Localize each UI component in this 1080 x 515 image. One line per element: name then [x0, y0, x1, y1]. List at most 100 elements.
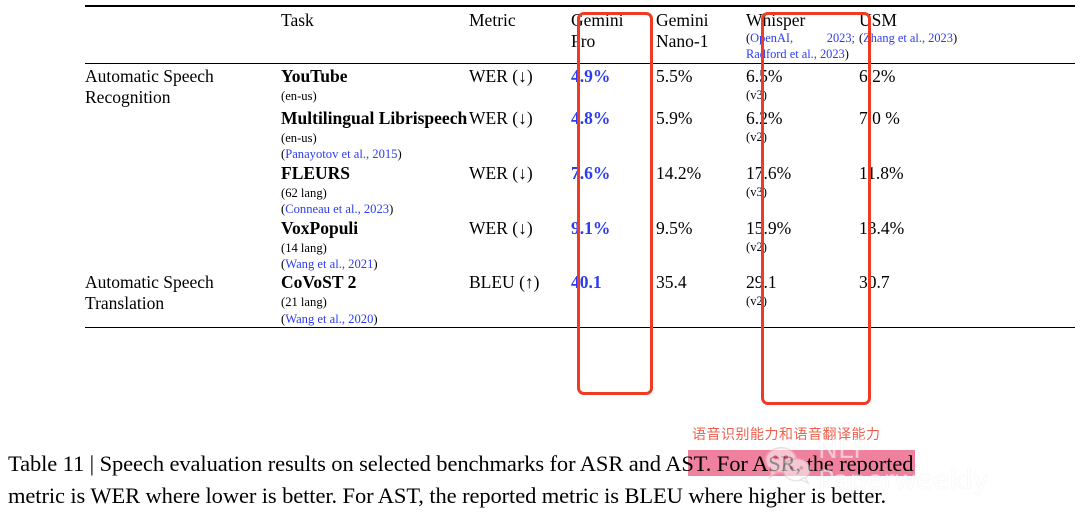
cell-gemini-pro: 4.8% — [571, 108, 656, 163]
cell-gemini-nano-1: 9.5% — [656, 218, 746, 273]
cell-benchmark: FLEURS (62 lang) (Conneau et al., 2023) — [281, 163, 469, 218]
benchmark-name: Multilingual Librispeech — [281, 108, 468, 129]
value-gemini-pro: 4.9% — [571, 66, 611, 87]
header-metric: Metric — [469, 10, 516, 30]
table-bottom-rule — [85, 327, 1075, 330]
table-row: FLEURS (62 lang) (Conneau et al., 2023) WER… — [85, 163, 1075, 218]
header-blank — [85, 10, 281, 64]
cell-gemini-pro: 9.1% — [571, 218, 656, 273]
cell-task: Automatic Speech Recognition — [85, 66, 214, 108]
cell-benchmark: CoVoST 2 (21 lang) (Wang et al., 2020) — [281, 272, 469, 327]
cell-benchmark: Multilingual Librispeech (en-us) (Panayoto… — [281, 108, 469, 163]
header-usm-citation[interactable]: (Zhang et al., 2023) — [859, 31, 1075, 47]
cell-metric: WER (↓) — [469, 217, 533, 238]
cell-task — [85, 218, 281, 273]
caption-line-1: Table 11 | Speech evaluation results on … — [8, 451, 914, 476]
cell-benchmark: YouTube (en-us) — [281, 66, 469, 108]
whisper-version: (v2) — [746, 294, 767, 309]
cell-gemini-pro: 7.6% — [571, 163, 656, 218]
header-usm: USM (Zhang et al., 2023) — [859, 10, 1075, 64]
cell-usm: 30.7 — [859, 272, 1075, 327]
cell-task — [85, 163, 281, 218]
value-usm: 6.2% — [859, 66, 896, 87]
table-row: Automatic Speech Recognition YouTube (en-u… — [85, 66, 1075, 108]
header-gemini-pro-line2: Pro — [571, 31, 596, 52]
chinese-annotation: 语音识别能力和语音翻译能力 — [692, 427, 881, 443]
value-gemini-nano-1: 5.5% — [656, 66, 693, 87]
cell-metric: BLEU (↑) — [469, 272, 540, 293]
benchmark-name: CoVoST 2 — [281, 272, 357, 293]
table-body: Automatic Speech Recognition YouTube (en-u… — [85, 66, 1075, 327]
cell-whisper: 6.2% (v2) — [746, 108, 859, 163]
value-gemini-pro: 40.1 — [571, 272, 602, 293]
cell-gemini-nano-1: 5.5% — [656, 66, 746, 108]
benchmark-name: VoxPopuli — [281, 217, 359, 238]
benchmark-name: FLEURS — [281, 162, 351, 183]
header-gemini-nano-line1: Gemini — [656, 10, 709, 30]
header-gemini-nano: Gemini Nano-1 — [656, 10, 746, 64]
benchmark-subtitle: (14 lang) — [281, 240, 327, 255]
whisper-version: (v3) — [746, 88, 767, 103]
benchmark-citation[interactable]: (Conneau et al., 2023) — [281, 201, 469, 217]
value-gemini-nano-1: 14.2% — [656, 162, 702, 183]
header-usm-label: USM — [859, 10, 897, 30]
cell-whisper: 17.6% (v3) — [746, 163, 859, 218]
benchmark-name: YouTube — [281, 66, 348, 87]
benchmark-subtitle: (en-us) — [281, 89, 317, 104]
cell-gemini-nano-1: 14.2% — [656, 163, 746, 218]
speech-evaluation-table: Task Metric Gemini Pro Gemini Nano-1 Whi… — [85, 5, 1075, 330]
value-gemini-pro: 7.6% — [571, 162, 611, 183]
cell-usm: 6.2% — [859, 66, 1075, 108]
cell-gemini-pro: 4.9% — [571, 66, 656, 108]
benchmark-subtitle: (en-us) — [281, 131, 317, 146]
cell-metric: WER (↓) — [469, 162, 533, 183]
value-gemini-pro: 4.8% — [571, 108, 611, 129]
value-whisper: 15.9% — [746, 217, 792, 238]
whisper-version: (v2) — [746, 130, 767, 145]
cell-usm: 7.0 % — [859, 108, 1075, 163]
table-row: Multilingual Librispeech (en-us) (Panayoto… — [85, 108, 1075, 163]
cell-whisper: 6.5% (v3) — [746, 66, 859, 108]
header-gemini-nano-line2: Nano-1 — [656, 31, 709, 52]
eval-table: Task Metric Gemini Pro Gemini Nano-1 Whi… — [85, 5, 1075, 330]
value-usm: 7.0 % — [859, 108, 900, 129]
value-gemini-pro: 9.1% — [571, 217, 611, 238]
value-gemini-nano-1: 35.4 — [656, 272, 687, 293]
cell-gemini-nano-1: 5.9% — [656, 108, 746, 163]
cell-task — [85, 108, 281, 163]
cell-metric: WER (↓) — [469, 108, 533, 129]
value-whisper: 6.2% — [746, 108, 783, 129]
cell-gemini-nano-1: 35.4 — [656, 272, 746, 327]
cell-benchmark: VoxPopuli (14 lang) (Wang et al., 2021) — [281, 218, 469, 273]
cell-gemini-pro: 40.1 — [571, 272, 656, 327]
benchmark-subtitle: (62 lang) — [281, 185, 327, 200]
cell-usm: 11.8% — [859, 163, 1075, 218]
whisper-version: (v3) — [746, 184, 767, 199]
value-whisper: 6.5% — [746, 66, 783, 87]
header-whisper-citation[interactable]: (OpenAI, 2023; Radford et al., 2023) — [746, 31, 859, 63]
value-gemini-nano-1: 5.9% — [656, 108, 693, 129]
header-task: Task — [281, 10, 314, 30]
cell-usm: 13.4% — [859, 218, 1075, 273]
caption-line-2: metric is WER where lower is better. For… — [8, 482, 886, 508]
value-whisper: 29.1 — [746, 272, 777, 293]
value-usm: 11.8% — [859, 162, 904, 183]
header-gemini-pro-line1: Gemini — [571, 10, 624, 30]
table-row: VoxPopuli (14 lang) (Wang et al., 2021) WER… — [85, 218, 1075, 273]
header-whisper: Whisper (OpenAI, 2023; Radford et al., 2… — [746, 10, 859, 64]
cell-whisper: 29.1 (v2) — [746, 272, 859, 327]
benchmark-citation[interactable]: (Wang et al., 2021) — [281, 256, 469, 272]
benchmark-citation[interactable]: (Wang et al., 2020) — [281, 311, 469, 327]
table-row: Automatic Speech Translation CoVoST 2 (21 … — [85, 272, 1075, 327]
cell-task: Automatic Speech Translation — [85, 272, 214, 314]
table-caption: Table 11 | Speech evaluation results on … — [8, 448, 1072, 512]
table-header-row: Task Metric Gemini Pro Gemini Nano-1 Whi… — [85, 10, 1075, 64]
cell-whisper: 15.9% (v2) — [746, 218, 859, 273]
value-usm: 30.7 — [859, 272, 890, 293]
benchmark-subtitle: (21 lang) — [281, 295, 327, 310]
value-usm: 13.4% — [859, 217, 905, 238]
whisper-version: (v2) — [746, 239, 767, 254]
benchmark-citation[interactable]: (Panayotov et al., 2015) — [281, 146, 469, 162]
cell-metric: WER (↓) — [469, 66, 533, 87]
header-whisper-label: Whisper — [746, 10, 806, 30]
